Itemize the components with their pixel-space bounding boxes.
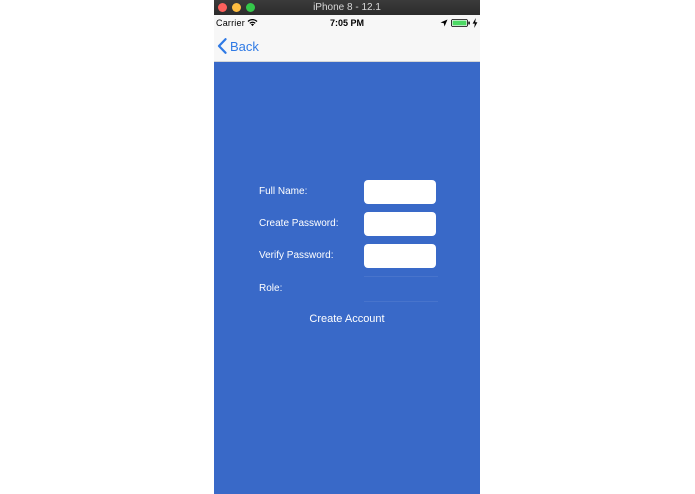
full-name-input[interactable] xyxy=(364,180,436,204)
maximize-window-button[interactable] xyxy=(246,3,255,12)
verify-password-label: Verify Password: xyxy=(259,250,334,261)
simulator-title-bar: iPhone 8 - 12.1 xyxy=(214,0,480,15)
role-picker[interactable] xyxy=(364,276,438,302)
back-button-label: Back xyxy=(230,38,259,54)
battery-icon xyxy=(451,19,470,27)
location-icon xyxy=(440,19,448,27)
minimize-window-button[interactable] xyxy=(232,3,241,12)
create-password-input[interactable] xyxy=(364,212,436,236)
chevron-left-icon xyxy=(217,38,227,54)
full-name-label: Full Name: xyxy=(259,186,308,197)
create-password-label: Create Password: xyxy=(259,218,339,229)
back-button[interactable]: Back xyxy=(217,37,259,55)
navigation-bar: Back xyxy=(214,31,480,62)
iphone-simulator-window: iPhone 8 - 12.1 Carrier 7:05 PM Back Ful… xyxy=(214,0,480,494)
create-account-button[interactable]: Create Account xyxy=(214,313,480,325)
close-window-button[interactable] xyxy=(218,3,227,12)
window-title: iPhone 8 - 12.1 xyxy=(313,2,381,13)
status-bar: Carrier 7:05 PM xyxy=(214,15,480,31)
verify-password-input[interactable] xyxy=(364,244,436,268)
charging-icon xyxy=(472,18,478,28)
role-label: Role: xyxy=(259,283,283,294)
